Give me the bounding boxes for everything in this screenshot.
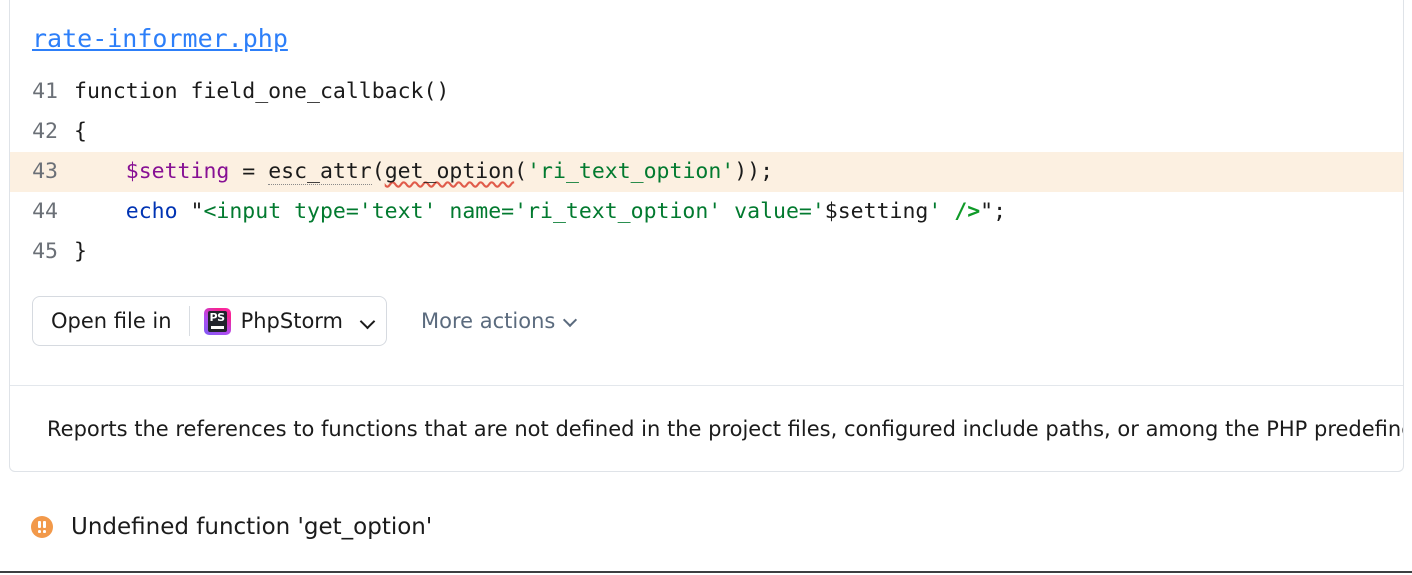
code-token: $setting — [125, 159, 230, 184]
code-line: 43 $setting = esc_attr(get_option('ri_te… — [10, 152, 1403, 192]
code-line: 42 { — [10, 112, 1403, 152]
code-token: $setting — [824, 199, 929, 224]
inspection-description-text: Reports the references to functions that… — [47, 416, 1403, 441]
file-name-link[interactable]: rate-informer.php — [10, 0, 288, 54]
code-token: echo — [125, 199, 178, 224]
inspection-preview-panel: rate-informer.php 41 function field_one_c… — [9, 0, 1404, 472]
open-file-in-label: Open file in — [51, 309, 172, 333]
phpstorm-icon: PS — [203, 307, 231, 335]
code-token: "; — [980, 199, 1007, 224]
line-number: 44 — [32, 199, 58, 224]
code-token: { — [74, 119, 87, 144]
code-token: ( — [514, 159, 528, 184]
code-token: /> — [954, 199, 981, 224]
code-snippet: 41 function field_one_callback() 42 {43 $se… — [10, 72, 1403, 272]
line-number: 42 — [32, 119, 58, 144]
double-exclamation-warning-icon — [31, 516, 53, 538]
phpstorm-icon-text: PS — [209, 310, 225, 324]
bottom-rule — [0, 571, 1412, 573]
code-token: <input type='text' name='ri_text_option'… — [203, 199, 825, 224]
code-token: ( — [371, 159, 385, 184]
code-token: )); — [734, 159, 774, 184]
line-number: 45 — [32, 239, 58, 264]
ide-selector[interactable]: PS PhpStorm — [190, 297, 386, 345]
ide-name-label: PhpStorm — [240, 309, 344, 333]
code-token: esc_attr — [268, 159, 372, 185]
warning-message: Undefined function 'get_option' — [71, 514, 433, 540]
code-token: " — [190, 199, 204, 224]
inspection-description: Reports the references to functions that… — [10, 386, 1403, 471]
code-line: 41 function field_one_callback() — [10, 72, 1403, 112]
action-bar: Open file in PS PhpStorm More actions — [32, 296, 1403, 346]
line-number: 43 — [32, 159, 58, 184]
chevron-down-icon — [564, 315, 576, 327]
code-token: = — [229, 159, 269, 184]
code-token: } — [74, 239, 87, 264]
code-token: function field_one_callback() — [74, 79, 450, 104]
code-token: 'ri_text_option' — [527, 159, 735, 184]
line-number: 41 — [32, 79, 58, 104]
code-line: 45} — [10, 232, 1403, 272]
warning-row[interactable]: Undefined function 'get_option' — [0, 505, 1412, 549]
open-file-in-split-button[interactable]: Open file in PS PhpStorm — [32, 296, 388, 346]
code-token: get_option — [384, 159, 515, 184]
more-actions-label: More actions — [421, 309, 556, 333]
code-token: ' — [928, 199, 955, 224]
code-line: 44 echo "<input type='text' name='ri_tex… — [10, 192, 1403, 232]
more-actions-button[interactable]: More actions — [421, 309, 576, 333]
chevron-down-icon[interactable] — [361, 315, 374, 328]
